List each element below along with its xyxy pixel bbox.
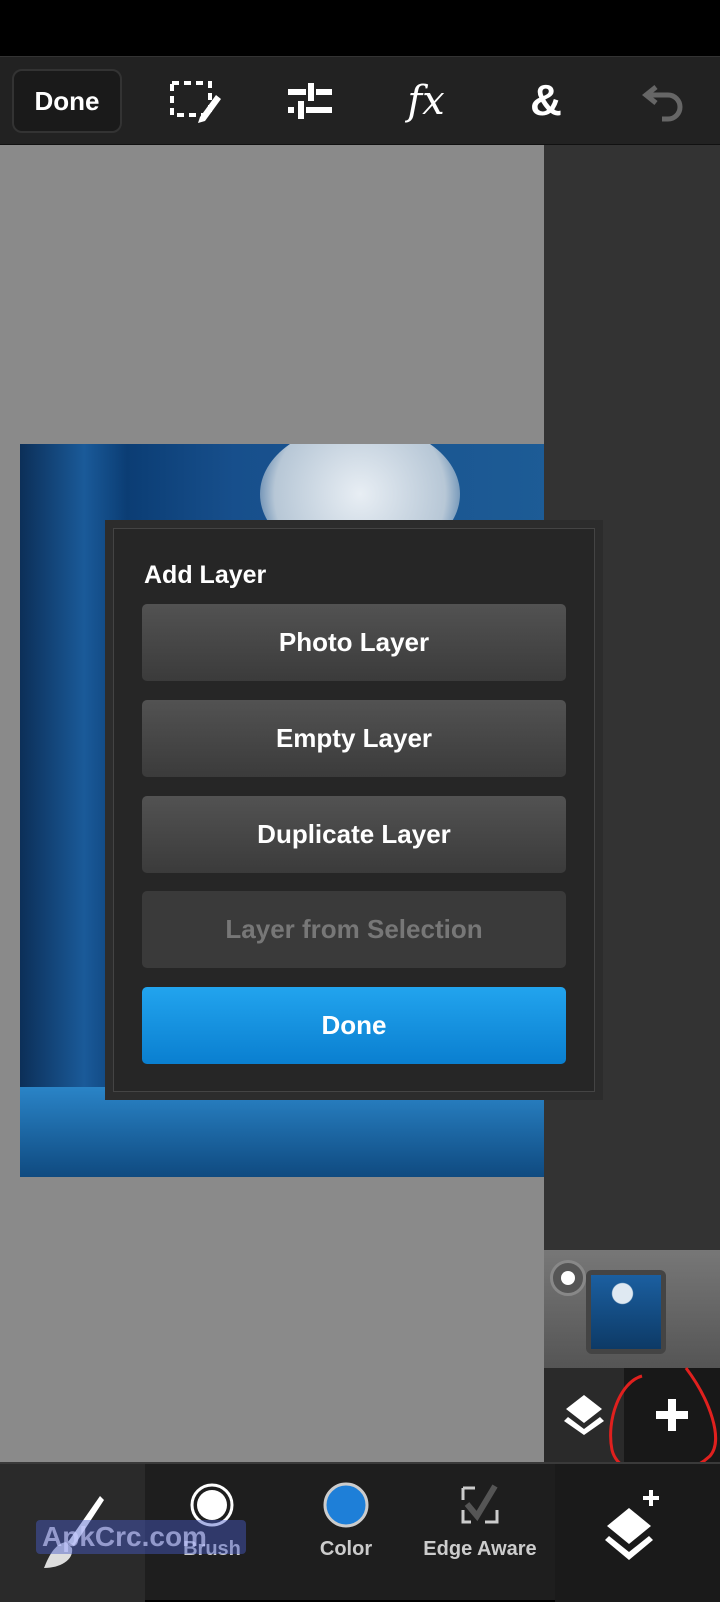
layer-select-radio[interactable] — [550, 1260, 586, 1296]
dialog-done-button[interactable]: Done — [142, 987, 566, 1064]
add-layer-panel-button[interactable] — [555, 1464, 720, 1602]
status-bar — [0, 0, 720, 56]
fx-icon[interactable]: fx — [394, 71, 458, 131]
empty-layer-button[interactable]: Empty Layer — [142, 700, 566, 777]
edge-aware-toggle[interactable]: Edge Aware — [420, 1464, 540, 1602]
watermark-logo: ApkCrc.com — [36, 1520, 246, 1554]
adjustments-icon[interactable] — [278, 71, 342, 131]
selection-edit-icon[interactable] — [162, 71, 226, 131]
layer-from-selection-button: Layer from Selection — [142, 891, 566, 968]
layer-thumbnail[interactable] — [586, 1270, 666, 1354]
dialog-title: Add Layer — [144, 561, 267, 589]
duplicate-layer-button[interactable]: Duplicate Layer — [142, 796, 566, 873]
done-button[interactable]: Done — [12, 69, 122, 133]
top-toolbar: Done fx & — [0, 56, 720, 145]
add-layer-dialog: Add Layer Photo Layer Empty Layer Duplic… — [105, 520, 603, 1100]
ampersand-icon[interactable]: & — [514, 71, 578, 131]
edge-aware-label: Edge Aware — [423, 1538, 537, 1560]
windowsill-image-detail — [20, 1087, 555, 1177]
layer-item[interactable] — [544, 1250, 720, 1368]
color-button[interactable]: Color — [286, 1464, 406, 1602]
photo-layer-button[interactable]: Photo Layer — [142, 604, 566, 681]
color-label: Color — [319, 1538, 373, 1560]
undo-icon — [632, 71, 696, 131]
